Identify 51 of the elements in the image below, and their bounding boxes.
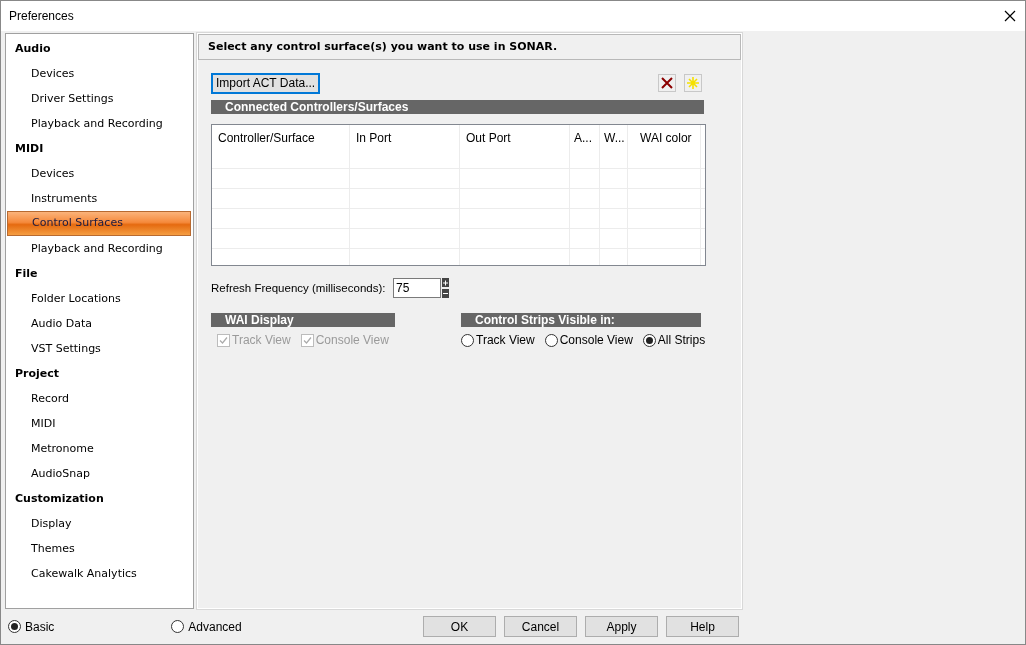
sidebar-item[interactable]: Metronome bbox=[7, 436, 191, 461]
column-header[interactable]: W... bbox=[600, 125, 628, 168]
radio-button[interactable]: Advanced bbox=[171, 619, 242, 634]
dialog-button[interactable]: OK bbox=[423, 616, 496, 637]
radio-button[interactable]: Track View bbox=[461, 333, 535, 347]
sidebar-item[interactable]: Control Surfaces bbox=[7, 211, 191, 236]
radio-button[interactable]: Basic bbox=[8, 619, 55, 634]
sidebar-item[interactable]: Themes bbox=[7, 536, 191, 561]
sidebar-item[interactable]: AudioSnap bbox=[7, 461, 191, 486]
refresh-label: Refresh Frequency (milliseconds): bbox=[211, 282, 387, 294]
sidebar-item[interactable]: Display bbox=[7, 511, 191, 536]
column-header[interactable]: A... bbox=[570, 125, 600, 168]
sidebar-item[interactable]: Folder Locations bbox=[7, 286, 191, 311]
column-header[interactable]: Out Port bbox=[460, 125, 570, 168]
section-title-bar: Control Strips Visible in: bbox=[461, 313, 701, 327]
sidebar-item[interactable]: VST Settings bbox=[7, 336, 191, 361]
window-title: Preferences bbox=[9, 9, 74, 23]
section-title-bar: Connected Controllers/Surfaces bbox=[211, 100, 704, 114]
import-button[interactable]: Import ACT Data... bbox=[211, 72, 321, 94]
new-star-icon[interactable] bbox=[684, 74, 702, 92]
sidebar-group-label: Customization bbox=[14, 491, 105, 507]
delete-icon[interactable] bbox=[658, 74, 676, 92]
column-header[interactable]: In Port bbox=[350, 125, 460, 168]
refresh-field[interactable]: 75 bbox=[393, 278, 441, 298]
sidebar-item[interactable]: Cakewalk Analytics bbox=[7, 561, 191, 586]
sidebar-item[interactable]: Playback and Recording bbox=[7, 236, 191, 261]
close-icon[interactable] bbox=[1004, 10, 1016, 22]
sidebar-item[interactable]: Playback and Recording bbox=[7, 111, 191, 136]
sidebar-group-label: Audio bbox=[14, 41, 52, 57]
sidebar-item[interactable]: Devices bbox=[7, 161, 191, 186]
dialog-button[interactable]: Cancel bbox=[504, 616, 577, 637]
sidebar-item[interactable]: Driver Settings bbox=[7, 86, 191, 111]
spinner-icon[interactable] bbox=[442, 278, 449, 298]
dialog-button[interactable]: Apply bbox=[585, 616, 658, 637]
sidebar-item[interactable]: MIDI bbox=[7, 411, 191, 436]
sidebar-item[interactable]: Audio Data bbox=[7, 311, 191, 336]
section-title-bar: WAI Display bbox=[211, 313, 395, 327]
column-header[interactable]: WAI color bbox=[628, 125, 701, 168]
sidebar-item[interactable]: Devices bbox=[7, 61, 191, 86]
column-header[interactable]: Controller/Surface bbox=[212, 125, 350, 168]
sidebar-group-label: MIDI bbox=[14, 141, 45, 157]
dialog-button[interactable]: Help bbox=[666, 616, 739, 637]
sidebar-group-label: Project bbox=[14, 366, 61, 382]
panel-heading: Select any control surface(s) you want to use in SONAR. bbox=[198, 34, 741, 60]
radio-button[interactable]: Console View bbox=[544, 333, 633, 347]
radio-button[interactable]: All Strips bbox=[642, 333, 706, 347]
sidebar-item[interactable]: Record bbox=[7, 386, 191, 411]
checkmark-icon bbox=[301, 334, 313, 346]
checkmark-icon bbox=[218, 334, 229, 346]
sidebar-group-label: File bbox=[14, 266, 39, 282]
sidebar-item[interactable]: Instruments bbox=[7, 186, 191, 211]
